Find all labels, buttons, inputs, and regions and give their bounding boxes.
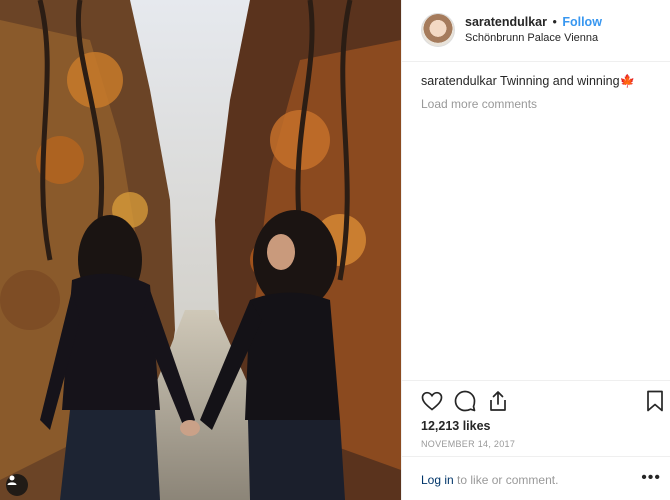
user-tag-icon[interactable] — [6, 474, 28, 496]
bookmark-icon[interactable] — [643, 389, 667, 413]
login-prompt: Log in to like or comment. — [421, 473, 558, 487]
more-options-icon[interactable]: ••• — [641, 469, 661, 487]
follow-button[interactable]: Follow — [562, 15, 602, 29]
login-link[interactable]: Log in — [421, 473, 454, 487]
caption-username[interactable]: saratendulkar — [421, 74, 497, 88]
load-more-comments-button[interactable]: Load more comments — [421, 97, 537, 111]
post-photo[interactable] — [0, 0, 401, 500]
comment-icon[interactable] — [453, 389, 477, 413]
likes-count[interactable]: 12,213 likes — [421, 419, 491, 433]
username-link[interactable]: saratendulkar — [465, 15, 547, 29]
heart-icon[interactable] — [420, 389, 444, 413]
caption-text: Twinning and winning🍁 — [500, 74, 636, 88]
header-line: saratendulkar • Follow — [465, 15, 602, 29]
comment-bar: Log in to like or comment. ••• — [402, 456, 670, 500]
location-link[interactable]: Schönbrunn Palace Vienna — [465, 32, 598, 44]
login-prompt-text: to like or comment. — [457, 473, 559, 487]
post-header: saratendulkar • Follow Schönbrunn Palace… — [402, 0, 670, 62]
post-date[interactable]: NOVEMBER 14, 2017 — [421, 439, 515, 449]
avatar[interactable] — [421, 13, 455, 47]
autumn-avenue-image — [0, 0, 401, 500]
post-sidebar: saratendulkar • Follow Schönbrunn Palace… — [401, 0, 670, 500]
share-icon[interactable] — [486, 389, 510, 413]
separator-dot: • — [552, 15, 557, 29]
action-bar — [402, 380, 670, 420]
caption: saratendulkar Twinning and winning🍁 — [421, 74, 635, 89]
